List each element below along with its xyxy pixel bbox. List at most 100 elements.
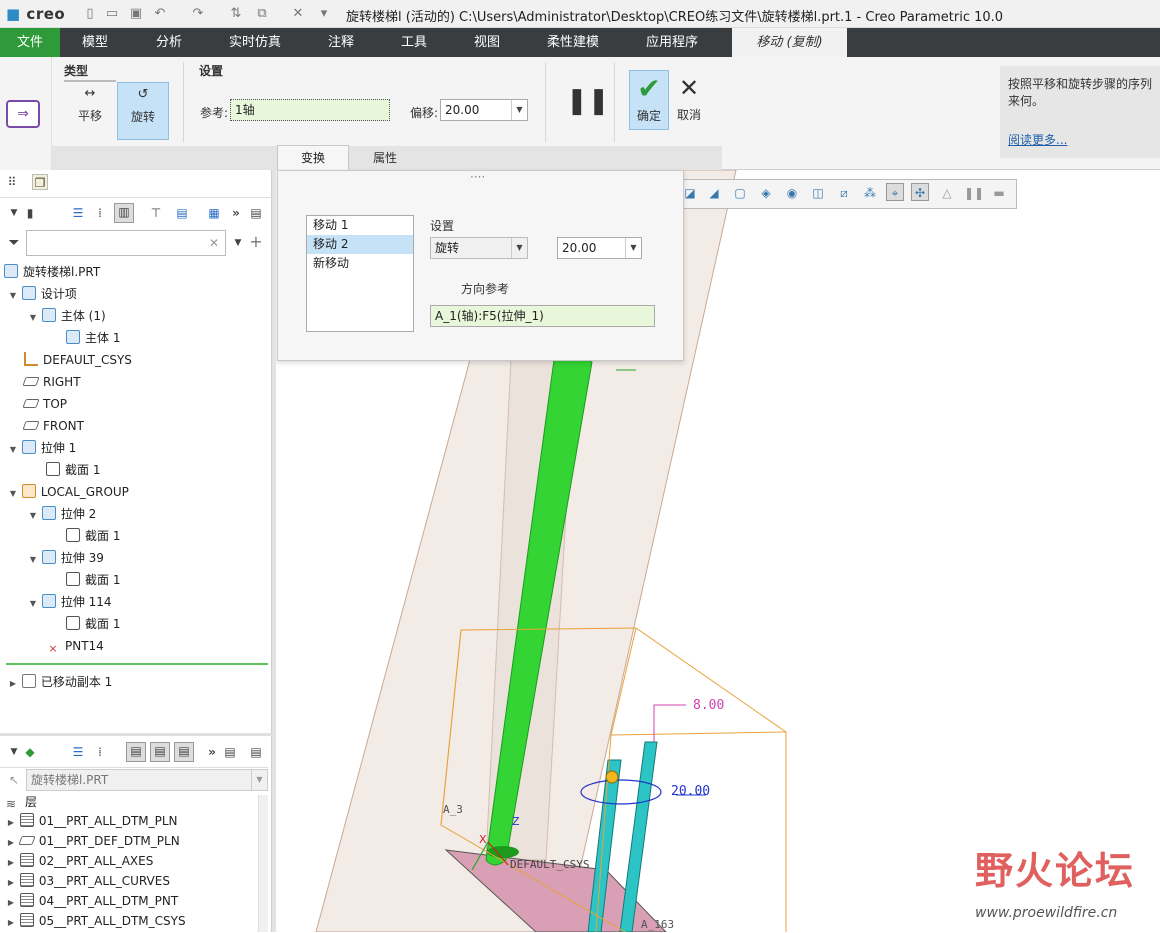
cube-view-icon[interactable]: ▢ <box>731 184 749 202</box>
move-item-1[interactable]: 移动 1 <box>307 216 413 235</box>
save-icon[interactable]: ▣ <box>128 6 144 22</box>
layer-item[interactable]: ▶ 02__PRT_ALL_AXES <box>6 851 153 871</box>
layer-item[interactable]: ▶ 03__PRT_ALL_CURVES <box>6 871 170 891</box>
expand-arrow-icon[interactable]: ▼ <box>28 307 38 329</box>
confirm-button[interactable]: ✔ 确定 <box>629 70 669 130</box>
subtab-transform[interactable]: 变换 <box>277 145 349 170</box>
move-value-dropdown-arrow[interactable]: ▼ <box>625 238 641 258</box>
folder-browser-tab-icon[interactable]: ❐ <box>32 174 48 190</box>
read-more-link[interactable]: 阅读更多... <box>1008 133 1067 147</box>
layer-item[interactable]: ▶ 01__PRT_ALL_DTM_PLN <box>6 811 178 831</box>
insert-indicator[interactable] <box>6 663 268 665</box>
tree-options-icon[interactable]: ▤ <box>248 205 264 221</box>
perspective-icon[interactable]: ◫ <box>809 184 827 202</box>
pause-icon[interactable]: ❚❚ <box>566 88 610 114</box>
tree-item-body-1[interactable]: 主体 1 <box>66 327 120 349</box>
more-icon[interactable]: » <box>228 205 244 221</box>
tree-item-front[interactable]: FRONT <box>22 415 84 437</box>
menu-flexible-modeling[interactable]: 柔性建模 <box>547 28 599 57</box>
translate-button[interactable]: ↔ 平移 <box>64 86 116 136</box>
offset-input[interactable]: 20.00 ▼ <box>440 99 528 121</box>
new-file-icon[interactable]: ▯ <box>82 6 98 22</box>
annotation-display-icon[interactable]: ⌖ <box>886 183 904 201</box>
tree-item-bodies[interactable]: ▼ 主体 (1) <box>28 305 106 327</box>
move-type-select[interactable]: 旋转 ▼ <box>430 237 528 259</box>
tree-settings-icon[interactable]: ▤ <box>174 205 190 221</box>
drag-handle[interactable] <box>605 770 619 784</box>
appearance-icon[interactable]: △ <box>938 184 956 202</box>
tree-item-section[interactable]: 截面 1 <box>66 569 120 591</box>
menu-simulation[interactable]: 实时仿真 <box>229 28 281 57</box>
expand-arrow-icon[interactable]: ▶ <box>6 853 16 873</box>
menu-tools[interactable]: 工具 <box>401 28 427 57</box>
move-value-input[interactable]: 20.00 ▼ <box>557 237 642 259</box>
layer-item[interactable]: ▶ 01__PRT_DEF_DTM_PLN <box>6 831 180 851</box>
close-window-icon[interactable]: ✕ <box>290 6 306 22</box>
tree-item-section[interactable]: 截面 1 <box>66 613 120 635</box>
layer-item[interactable]: ▶ 05__PRT_ALL_DTM_CSYS <box>6 911 186 931</box>
cancel-button[interactable]: ✕ 取消 <box>673 70 705 130</box>
expand-arrow-icon[interactable]: ▼ <box>28 549 38 571</box>
direction-ref-field[interactable]: A_1(轴):F5(拉伸_1) <box>430 305 655 327</box>
layer-list-icon[interactable]: ☰ <box>70 744 86 760</box>
tree-collapse-icon[interactable]: ▼ <box>6 205 22 221</box>
dimension-20[interactable]: 20.00 <box>671 784 710 799</box>
expand-arrow-icon[interactable]: ▶ <box>6 873 16 893</box>
move-list[interactable]: 移动 1 移动 2 新移动 <box>306 215 414 332</box>
move-type-dropdown-arrow[interactable]: ▼ <box>511 238 527 258</box>
tree-item-extrude-1[interactable]: ▼ 拉伸 1 <box>8 437 76 459</box>
subtab-properties[interactable]: 属性 <box>349 146 421 170</box>
expand-arrow-icon[interactable]: ▼ <box>8 285 18 307</box>
layer-show-icon[interactable]: ▤ <box>126 742 146 762</box>
pause-regen-icon[interactable]: ❚❚ <box>964 184 984 202</box>
tree-search-input[interactable]: ✕ <box>26 230 226 256</box>
layer-props-icon[interactable]: ▤ <box>222 744 238 760</box>
offset-dropdown-arrow[interactable]: ▼ <box>511 100 527 120</box>
expand-arrow-icon[interactable]: ▶ <box>6 913 16 933</box>
layer-expand-icon[interactable]: ⁞ <box>92 744 108 760</box>
show-icon[interactable]: ▦ <box>206 205 222 221</box>
reference-field[interactable]: 1轴 <box>230 99 390 121</box>
shading-icon[interactable]: ◢ <box>705 184 723 202</box>
windows-icon[interactable]: ⧉ <box>254 6 270 22</box>
add-filter-icon[interactable]: + <box>248 234 264 250</box>
menu-analysis[interactable]: 分析 <box>156 28 182 57</box>
tree-item-pnt14[interactable]: × PNT14 <box>46 635 103 657</box>
tree-item-section[interactable]: 截面 1 <box>46 459 100 481</box>
dimension-8[interactable]: 8.00 <box>693 698 724 713</box>
layer-scrollbar[interactable] <box>258 795 268 932</box>
layer-isolate-icon[interactable]: ▤ <box>174 742 194 762</box>
expand-arrow-icon[interactable]: ▶ <box>6 813 16 833</box>
more-tools-icon[interactable]: ▬ <box>990 184 1008 202</box>
tree-item-moved-copy[interactable]: ▶ 已移动副本 1 <box>8 671 112 693</box>
tree-item-extrude-114[interactable]: ▼ 拉伸 114 <box>28 591 112 613</box>
layer-collapse-icon[interactable]: ▼ <box>6 744 22 760</box>
tree-item-top[interactable]: TOP <box>22 393 67 415</box>
model-tree-tab-icon[interactable]: ⠿ <box>4 174 20 190</box>
tree-item-section[interactable]: 截面 1 <box>66 525 120 547</box>
expand-arrow-icon[interactable]: ▼ <box>28 505 38 527</box>
rotate-button[interactable]: ↺ 旋转 <box>117 82 169 140</box>
expand-arrow-icon[interactable]: ▼ <box>28 593 38 615</box>
saved-views-icon[interactable]: ◈ <box>757 184 775 202</box>
expand-arrow-icon[interactable]: ▶ <box>6 833 16 853</box>
camera-icon[interactable]: ◉ <box>783 184 801 202</box>
menu-view[interactable]: 视图 <box>474 28 500 57</box>
move-item-2[interactable]: 移动 2 <box>307 235 413 254</box>
layer-more-icon[interactable]: » <box>204 744 220 760</box>
tree-item-local-group[interactable]: ▼ LOCAL_GROUP <box>8 481 129 503</box>
tree-item-extrude-39[interactable]: ▼ 拉伸 39 <box>28 547 104 569</box>
tree-columns-icon[interactable]: ▥ <box>114 203 134 223</box>
search-dropdown-icon[interactable]: ▼ <box>230 235 246 251</box>
layer-hide-icon[interactable]: ▤ <box>150 742 170 762</box>
menu-applications[interactable]: 应用程序 <box>646 28 698 57</box>
datum-display-icon[interactable]: ⁂ <box>861 184 879 202</box>
tree-filter-icon[interactable]: ⊤ <box>148 205 164 221</box>
layer-part-select[interactable]: 旋转楼梯l.PRT ▼ <box>26 769 268 791</box>
new-move-item[interactable]: 新移动 <box>307 254 413 273</box>
model-tree-icon[interactable]: ▮ <box>22 205 38 221</box>
menu-file[interactable]: 文件 <box>0 28 60 57</box>
tree-item-right[interactable]: RIGHT <box>22 371 81 393</box>
menu-annotate[interactable]: 注释 <box>328 28 354 57</box>
spin-center-icon[interactable]: ✣ <box>911 183 929 201</box>
